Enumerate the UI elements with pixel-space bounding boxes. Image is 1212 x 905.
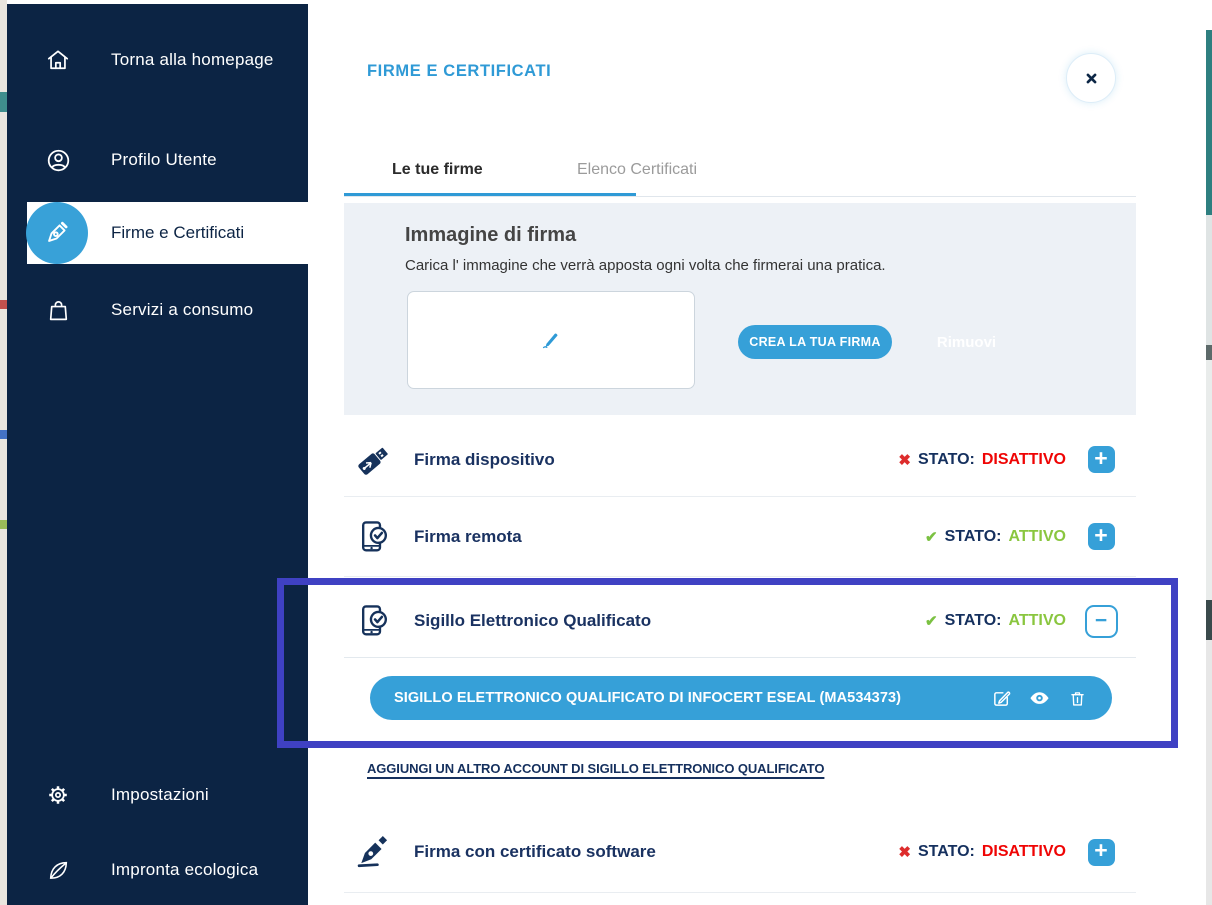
expand-firma-dispositivo-button[interactable]: + [1088,446,1115,473]
status-prefix: STATO: [918,451,975,469]
row-label: Firma remota [414,527,522,547]
status-check-icon: ✔ [925,612,938,630]
page-title: FIRME E CERTIFICATI [367,62,551,81]
status-x-icon: ✖ [898,843,911,861]
expand-certificato-software-button[interactable]: + [1088,839,1115,866]
page-edge-left [0,0,7,905]
sidebar: Torna alla homepage Profilo Utente Firme… [7,4,308,905]
sidebar-item-label: Torna alla homepage [111,50,274,70]
status-value: ATTIVO [1009,612,1066,630]
rimuovi-button[interactable]: Rimuovi [919,325,1014,359]
status-prefix: STATO: [945,528,1002,546]
signature-pen-icon [539,328,563,352]
signature-row-firma-remota: Firma remota ✔ STATO: ATTIVO + [344,497,1136,577]
gear-icon [43,780,73,810]
status-badge: ✖ STATO: DISATTIVO [898,451,1066,469]
collapse-sigillo-button[interactable]: − [1085,605,1118,638]
software-pen-icon [352,830,394,874]
signature-row-certificato-software: Firma con certificato software ✖ STATO: … [344,812,1136,893]
status-value: ATTIVO [1009,528,1066,546]
signature-image-title: Immagine di firma [405,224,576,247]
tab-le-tue-firme[interactable]: Le tue firme [392,161,483,179]
status-badge: ✔ STATO: ATTIVO [925,528,1066,546]
active-tab-underline [344,193,636,196]
status-value: DISATTIVO [982,451,1066,469]
status-check-icon: ✔ [925,528,938,546]
sidebar-item-firme-icon-circle[interactable] [26,202,88,264]
crea-la-tua-firma-button[interactable]: CREA LA TUA FIRMA [738,325,892,359]
status-badge: ✖ STATO: DISATTIVO [898,843,1066,861]
phone-check-icon [352,599,394,643]
row-label: Sigillo Elettronico Qualificato [414,611,651,631]
sidebar-item-homepage[interactable]: Torna alla homepage [7,40,308,80]
page-edge-right [1206,0,1212,905]
status-prefix: STATO: [918,843,975,861]
signature-image-description: Carica l' immagine che verrà apposta ogn… [405,257,886,274]
trash-icon[interactable] [1067,688,1088,709]
edit-icon[interactable] [991,688,1012,709]
user-icon [43,145,73,175]
sigillo-account-label: SIGILLO ELETTRONICO QUALIFICATO DI INFOC… [394,690,901,706]
sigillo-account-row: SIGILLO ELETTRONICO QUALIFICATO DI INFOC… [370,676,1112,720]
status-x-icon: ✖ [898,451,911,469]
sidebar-item-firme-label[interactable]: Firme e Certificati [111,202,244,264]
eye-icon[interactable] [1029,688,1050,709]
sidebar-item-servizi[interactable]: Servizi a consumo [7,290,308,330]
sidebar-item-impostazioni[interactable]: Impostazioni [7,775,308,815]
row-label: Firma con certificato software [414,842,656,862]
aggiungi-account-link[interactable]: AGGIUNGI UN ALTRO ACCOUNT DI SIGILLO ELE… [367,761,824,776]
bag-icon [43,295,73,325]
phone-check-icon [352,515,394,559]
sidebar-item-profilo[interactable]: Profilo Utente [7,140,308,180]
sidebar-item-label: Impostazioni [111,785,209,805]
signature-row-firma-dispositivo: Firma dispositivo ✖ STATO: DISATTIVO + [344,423,1136,497]
firme-certificati-screen: Torna alla homepage Profilo Utente Firme… [0,0,1212,905]
row-label: Firma dispositivo [414,450,555,470]
sidebar-item-label: Profilo Utente [111,150,217,170]
status-value: DISATTIVO [982,843,1066,861]
sidebar-item-label: Impronta ecologica [111,860,258,880]
tabs-divider [344,196,1136,197]
sidebar-item-label: Servizi a consumo [111,300,253,320]
tab-elenco-certificati[interactable]: Elenco Certificati [577,161,697,179]
signature-preview-box[interactable] [407,291,695,389]
signature-image-panel: Immagine di firma Carica l' immagine che… [344,203,1136,415]
home-icon [43,45,73,75]
pen-nib-icon [43,219,71,247]
leaf-icon [43,855,73,885]
usb-key-icon [352,438,394,482]
sidebar-item-impronta[interactable]: Impronta ecologica [7,850,308,890]
status-prefix: STATO: [945,612,1002,630]
close-button[interactable] [1066,53,1116,103]
expand-firma-remota-button[interactable]: + [1088,523,1115,550]
signature-row-sigillo: Sigillo Elettronico Qualificato ✔ STATO:… [344,585,1136,658]
status-badge: ✔ STATO: ATTIVO [925,612,1066,630]
x-icon [1082,69,1101,88]
